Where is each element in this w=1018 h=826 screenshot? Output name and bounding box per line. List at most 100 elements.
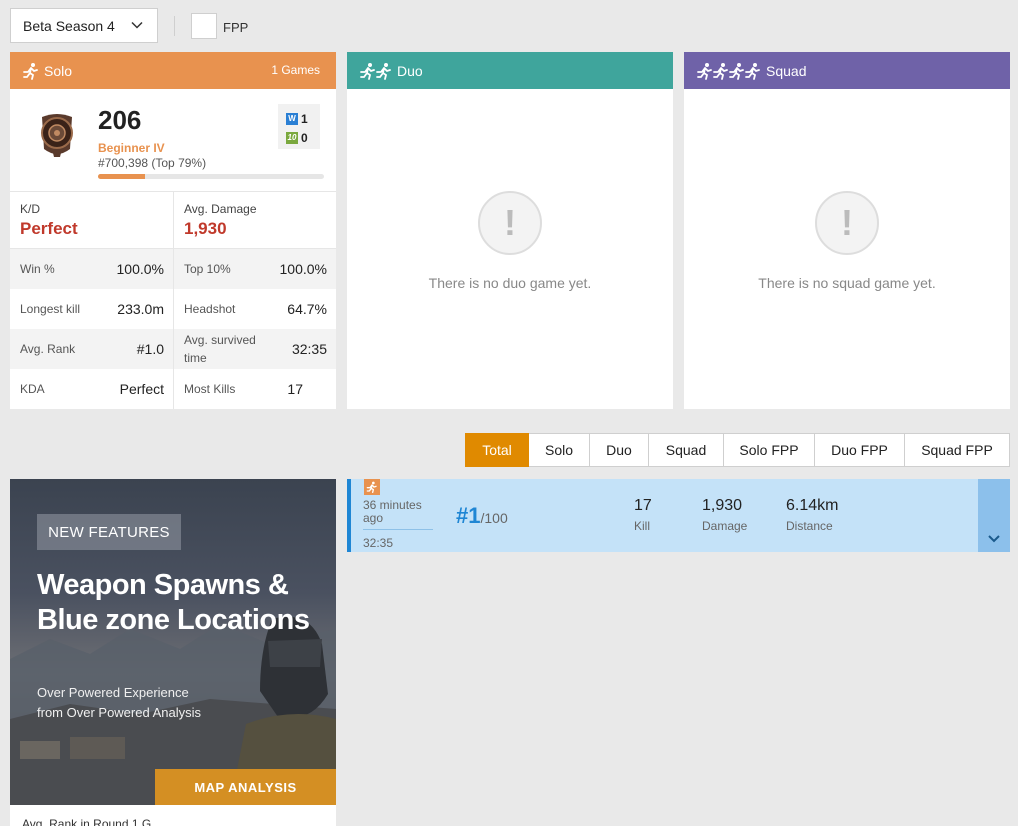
squad-card-header: Squad [684,52,1010,89]
match-place: #1 [456,503,481,528]
top10-badge-icon: 10 [286,131,298,144]
stat-row: Avg. Rank #1.0 Avg. survived time 32:35 [10,329,336,369]
rank-emblem-icon [41,114,73,157]
stat-row: Longest kill 233.0m Headshot 64.7% [10,289,336,329]
solo-card-title: Solo [44,62,73,79]
stat-value: 64.7% [287,301,327,317]
stat-value: Perfect [119,381,164,397]
duo-empty-text: There is no duo game yet. [428,275,592,291]
solo-rank: #700,398 (Top 79%) [98,156,207,170]
match-total-players: /100 [480,510,508,526]
tab-squad[interactable]: Squad [649,433,724,467]
match-time-ago: 36 minutes ago [363,499,433,530]
duo-card-header: Duo [347,52,673,89]
match-distance-label: Distance [786,519,833,533]
avg-damage-label: Avg. Damage [184,202,257,216]
match-damage-value: 1,930 [702,497,743,514]
solo-big-stats: K/D Perfect Avg. Damage 1,930 [10,192,336,249]
squad-empty-text: There is no squad game yet. [758,275,936,291]
wins-badge-icon: W [286,112,298,125]
solo-tier: Beginner IV [98,141,165,155]
stat-cell: Top 10% 100.0% [173,249,336,289]
stat-label: Longest kill [20,302,81,316]
ad-subtitle-line: Over Powered Experience [37,685,189,700]
fpp-label: FPP [223,20,249,35]
filter-divider [174,16,175,36]
stat-cell: KDA Perfect [10,369,173,409]
map-analysis-button[interactable]: MAP ANALYSIS [155,769,336,805]
match-row[interactable]: 36 minutes ago 32:35 #1/100 17 Kill 1,93… [347,479,1010,552]
stat-value: 32:35 [291,341,327,357]
exclamation-icon: ! [478,191,542,255]
stat-label: Win % [20,262,55,276]
fpp-checkbox[interactable] [191,13,217,39]
tab-duo-fpp[interactable]: Duo FPP [815,433,905,467]
match-distance-value: 6.14km [786,497,839,514]
wins-top10-box: W1 10 0 [278,104,320,149]
top10-row: 10 0 [286,128,320,147]
kd-stat: K/D Perfect [10,192,173,248]
stat-label: Avg. Rank [20,342,76,356]
stat-label: Avg. survived time [184,333,256,365]
match-kills-value: 17 [634,497,652,514]
solo-rating: 206 [98,105,142,135]
stat-label: Top 10% [184,262,231,276]
match-damage-label: Damage [702,519,748,533]
match-damage: 1,930 Damage [702,497,747,533]
ad-subtitle-line: from Over Powered Analysis [37,705,202,720]
tab-total[interactable]: Total [465,433,529,467]
stat-cell: Avg. survived time 32:35 [173,329,336,369]
duo-card: Duo ! There is no duo game yet. [347,52,673,409]
stat-cell: Headshot 64.7% [173,289,336,329]
mode-tabs: Total Solo Duo Squad Solo FPP Duo FPP Sq… [465,433,1010,467]
tab-solo[interactable]: Solo [529,433,590,467]
ad-title: Weapon Spawns & Blue zone Locations [37,569,310,636]
stat-value: 100.0% [279,261,327,277]
rank-progress-fill [98,174,146,179]
stat-value: #1.0 [136,341,164,357]
stat-row: Win % 100.0% Top 10% 100.0% [10,249,336,289]
stat-label: Headshot [184,302,236,316]
match-kills: 17 Kill [634,497,652,533]
ad-tag: NEW FEATURES [37,514,181,550]
tab-squad-fpp[interactable]: Squad FPP [905,433,1010,467]
ad-caption: Avg. Rank in Round 1 G... [10,805,336,826]
stat-value: 17 [287,381,303,397]
squad-card: Squad ! There is no squad game yet. [684,52,1010,409]
stat-row: KDA Perfect Most Kills 17 [10,369,336,409]
stat-value: 233.0m [117,301,164,317]
season-select[interactable]: Beta Season 4 [10,8,158,43]
stat-label: KDA [20,382,45,396]
match-placement: #1/100 [456,503,508,529]
tab-duo[interactable]: Duo [590,433,649,467]
squad-empty-state: ! There is no squad game yet. [684,89,1010,409]
runner-icon [22,62,40,80]
duo-card-title: Duo [397,62,423,79]
match-distance: 6.14km Distance [786,497,838,533]
expand-match-button[interactable] [978,479,1010,552]
tab-solo-fpp[interactable]: Solo FPP [724,433,815,467]
stat-cell: Avg. Rank #1.0 [10,329,173,369]
squad-runners-icon [696,62,762,80]
stat-value: 100.0% [116,261,164,277]
ad-banner[interactable]: NEW FEATURES Weapon Spawns & Blue zone L… [10,479,336,805]
stat-cell: Most Kills 17 [173,369,336,409]
solo-card: Solo 1 Games 206 Beginner IV #700,398 (T… [10,52,336,409]
stat-cell: Longest kill 233.0m [10,289,173,329]
solo-summary: 206 Beginner IV #700,398 (Top 79%) W1 10… [10,89,336,192]
solo-games-count: 1 Games [271,63,320,77]
duo-runners-icon [359,62,393,80]
stat-label: Most Kills [184,382,236,396]
match-kills-label: Kill [634,519,651,533]
kd-value: Perfect [20,219,78,238]
match-duration: 32:35 [363,536,394,550]
solo-mode-icon [364,479,380,495]
squad-card-title: Squad [766,62,807,79]
rank-progress-bar [98,174,324,179]
exclamation-icon: ! [815,191,879,255]
avg-damage-stat: Avg. Damage 1,930 [173,192,336,248]
wins-row: W1 [286,109,320,128]
ad-subtitle: Over Powered Experience from Over Powere… [37,683,201,723]
kd-label: K/D [20,202,41,216]
solo-card-header: Solo 1 Games [10,52,336,89]
